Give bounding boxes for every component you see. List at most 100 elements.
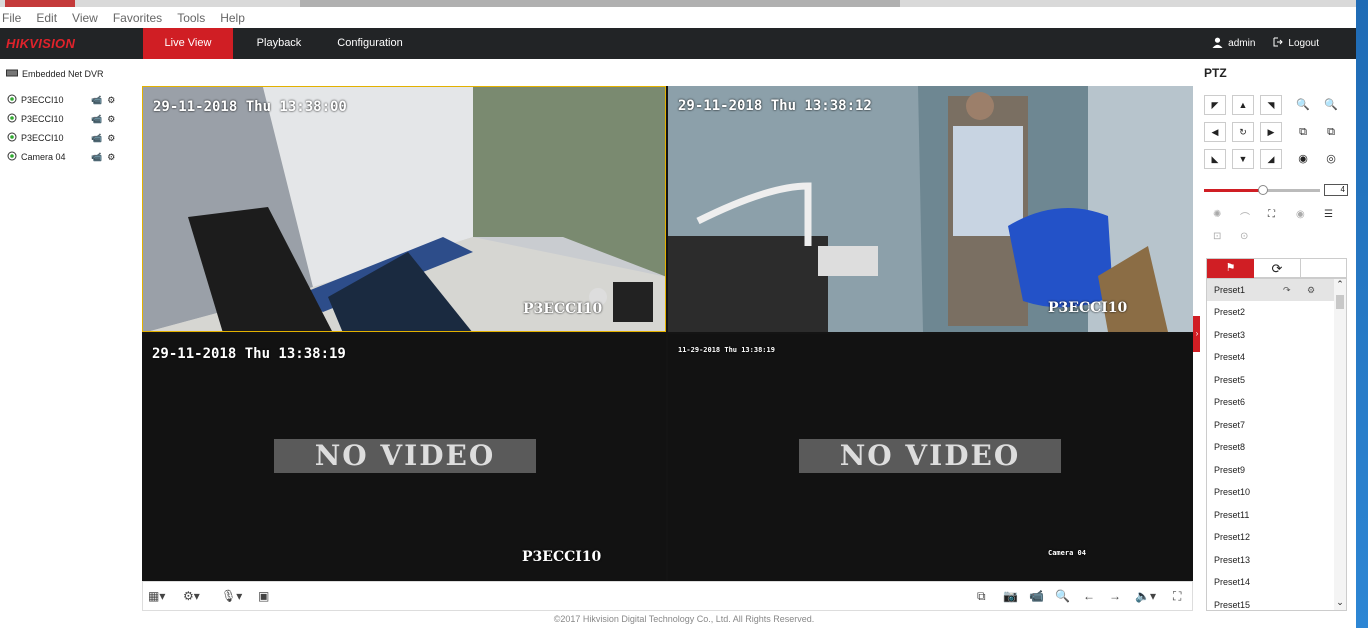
stop-all-icon[interactable]: ⧉ — [977, 589, 986, 604]
camera-item[interactable]: P3ECCI10 📹 ⚙ — [7, 94, 127, 106]
menu-view[interactable]: View — [72, 11, 98, 25]
preset-item[interactable]: Preset9 — [1207, 459, 1335, 481]
tab-live-view[interactable]: Live View — [143, 28, 233, 59]
menu-tools[interactable]: Tools — [177, 11, 205, 25]
username[interactable]: admin — [1228, 38, 1255, 49]
fullscreen-icon[interactable]: ⛶ — [1173, 589, 1181, 604]
camera-icon — [7, 113, 17, 125]
preset-item[interactable]: Preset11 — [1207, 504, 1335, 526]
scroll-down-icon[interactable]: ⌄ — [1334, 597, 1346, 608]
logout-icon — [1273, 37, 1284, 50]
preset-item[interactable]: Preset3 — [1207, 324, 1335, 346]
ptz-right-button[interactable]: ▶ — [1260, 122, 1282, 142]
scrollbar-thumb[interactable] — [1336, 295, 1344, 309]
ptz-control-icon[interactable]: ⚙ — [107, 152, 115, 163]
zoom-out-icon[interactable]: 🔍 — [1292, 95, 1314, 115]
preset-item[interactable]: Preset6 — [1207, 391, 1335, 413]
iris-open-icon[interactable]: ◉ — [1292, 149, 1314, 169]
preset-label: Preset3 — [1214, 330, 1246, 340]
prev-page-icon[interactable]: ← — [1083, 589, 1095, 603]
preset-label: Preset12 — [1214, 532, 1251, 542]
tab-playback[interactable]: Playback — [244, 28, 314, 59]
ptz-down-left-button[interactable]: ◣ — [1204, 149, 1226, 169]
speed-slider-knob[interactable] — [1258, 185, 1268, 195]
light-icon[interactable]: ✺ — [1213, 209, 1221, 220]
preset-list-scrollbar[interactable]: ⌃ ⌄ — [1334, 279, 1346, 610]
ptz-down-button[interactable]: ▼ — [1232, 149, 1254, 169]
preset-item[interactable]: Preset7 — [1207, 414, 1335, 436]
tab-presets[interactable]: ⚑ — [1207, 259, 1254, 278]
video-cell-2[interactable]: 29-11-2018 Thu 13:38:12 P3ECCI10 — [668, 86, 1193, 332]
video-cell-4[interactable]: 11-29-2018 Thu 13:38:19 NO VIDEO Camera … — [668, 334, 1193, 581]
scroll-up-icon[interactable]: ⌃ — [1334, 279, 1346, 290]
device-tree-root[interactable]: Embedded Net DVR — [6, 69, 104, 79]
next-page-icon[interactable]: → — [1109, 589, 1121, 603]
3d-zoom-icon[interactable]: ⊡ — [1213, 231, 1221, 242]
window-layout-icon[interactable]: ▦▾ — [148, 589, 165, 603]
ptz-up-left-button[interactable]: ◤ — [1204, 95, 1226, 115]
camera-item[interactable]: P3ECCI10 📹 ⚙ — [7, 132, 127, 144]
tab-patrol[interactable]: ⟳ — [1254, 259, 1301, 278]
preset-item[interactable]: Preset15 — [1207, 594, 1335, 610]
ptz-up-button[interactable]: ▲ — [1232, 95, 1254, 115]
browser-tab[interactable] — [300, 0, 900, 7]
menu-icon[interactable]: ☰ — [1324, 209, 1333, 220]
volume-icon[interactable]: 🔈▾ — [1135, 589, 1156, 603]
ptz-control-icon[interactable]: ⚙ — [107, 114, 115, 125]
ptz-control-icon[interactable]: ⚙ — [107, 133, 115, 144]
preset-item[interactable]: Preset5 — [1207, 369, 1335, 391]
preset-label: Preset6 — [1214, 397, 1246, 407]
set-preset-icon[interactable]: ⚙ — [1307, 279, 1315, 301]
manual-track-icon[interactable]: ⊙ — [1240, 231, 1248, 242]
record-all-icon[interactable]: 📹 — [1029, 589, 1044, 603]
ptz-left-button[interactable]: ◀ — [1204, 122, 1226, 142]
monitor-icon[interactable]: ▣ — [258, 589, 269, 603]
preset-item[interactable]: Preset4 — [1207, 346, 1335, 368]
ptz-panel: PTZ ◤ ▲ ◥ ◀ ↻ ▶ ◣ ▼ ◢ 🔍 🔍 ⧉ ⧉ ◉ ◎ 4 ✺ ⌒ … — [1200, 59, 1356, 628]
video-cell-3[interactable]: 29-11-2018 Thu 13:38:19 NO VIDEO P3ECCI1… — [142, 334, 666, 581]
auto-focus-icon[interactable]: ⛶ — [1268, 209, 1275, 220]
snapshot-icon[interactable]: 📷 — [1003, 589, 1018, 603]
record-icon[interactable]: 📹 — [91, 133, 102, 144]
camera-item[interactable]: Camera 04 📹 ⚙ — [7, 151, 127, 163]
preset-item[interactable]: Preset13 — [1207, 549, 1335, 571]
preset-item[interactable]: Preset8 — [1207, 436, 1335, 458]
camera-icon — [7, 94, 17, 106]
ptz-control-icon[interactable]: ⚙ — [107, 95, 115, 106]
video-cell-1[interactable]: 29-11-2018 Thu 13:38:00 P3ECCI10 — [142, 86, 666, 332]
microphone-icon[interactable]: 🎙▾ — [221, 589, 242, 603]
call-preset-icon[interactable]: ↷ — [1283, 279, 1291, 301]
record-icon[interactable]: 📹 — [91, 152, 102, 163]
menu-file[interactable]: File — [2, 11, 21, 25]
camera-item[interactable]: P3ECCI10 📹 ⚙ — [7, 113, 127, 125]
lens-init-icon[interactable]: ◉ — [1296, 209, 1305, 220]
preset-item[interactable]: Preset2 — [1207, 301, 1335, 323]
preset-item[interactable]: Preset12 — [1207, 526, 1335, 548]
stream-type-icon[interactable]: ⚙▾ — [183, 589, 200, 603]
zoom-icon[interactable]: 🔍 — [1055, 589, 1070, 603]
menu-favorites[interactable]: Favorites — [113, 11, 162, 25]
record-icon[interactable]: 📹 — [91, 95, 102, 106]
menu-edit[interactable]: Edit — [36, 11, 57, 25]
preset-item[interactable]: Preset10 — [1207, 481, 1335, 503]
iris-close-icon[interactable]: ◎ — [1320, 149, 1342, 169]
live-view-toolbar: ▦▾ ⚙▾ 🎙▾ ▣ ⧉ 📷 📹 🔍 ← → 🔈▾ ⛶ — [142, 581, 1193, 611]
tab-configuration[interactable]: Configuration — [330, 28, 410, 59]
ptz-speed-slider[interactable] — [1204, 185, 1320, 195]
ptz-title: PTZ — [1204, 66, 1227, 80]
menu-help[interactable]: Help — [220, 11, 245, 25]
preset-item[interactable]: Preset1 ↷ ⚙ — [1207, 279, 1335, 301]
zoom-in-icon[interactable]: 🔍 — [1320, 95, 1342, 115]
focus-far-icon[interactable]: ⧉ — [1320, 122, 1342, 142]
browser-tab[interactable] — [5, 0, 75, 7]
ptz-auto-scan-button[interactable]: ↻ — [1232, 122, 1254, 142]
logout-link[interactable]: Logout — [1288, 38, 1319, 49]
ptz-up-right-button[interactable]: ◥ — [1260, 95, 1282, 115]
preset-label: Preset1 — [1214, 285, 1246, 295]
record-icon[interactable]: 📹 — [91, 114, 102, 125]
focus-near-icon[interactable]: ⧉ — [1292, 122, 1314, 142]
preset-item[interactable]: Preset14 — [1207, 571, 1335, 593]
ptz-down-right-button[interactable]: ◢ — [1260, 149, 1282, 169]
preset-label: Preset2 — [1214, 307, 1246, 317]
wiper-icon[interactable]: ⌒ — [1240, 209, 1250, 224]
